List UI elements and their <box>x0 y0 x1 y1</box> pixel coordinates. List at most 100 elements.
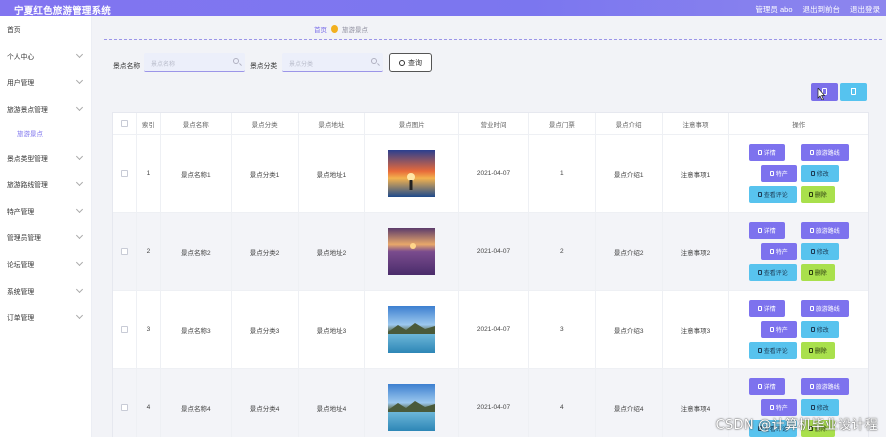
sidebar-item-specialties[interactable]: 特产管理 <box>0 198 91 225</box>
delete-button[interactable]: 删除 <box>800 186 835 203</box>
column-header: 索引 <box>137 113 161 134</box>
cell-category: 景点分类4 <box>232 369 299 437</box>
action-buttons: 详情 旅游路线 特产 修改 查看评论 删除 <box>748 222 849 281</box>
edit-label: 修改 <box>816 406 829 412</box>
row-select-cell[interactable] <box>113 213 137 290</box>
delete-label: 删除 <box>814 193 827 199</box>
divider <box>104 39 882 40</box>
sidebar-item-label: 论坛管理 <box>7 262 35 270</box>
chevron-down-icon <box>75 104 84 112</box>
sidebar-item-attraction-types[interactable]: 景点类型管理 <box>0 144 91 171</box>
chevron-down-icon <box>75 312 84 320</box>
name-search-label: 景点名称 <box>113 63 141 70</box>
logout-link[interactable]: 退出登录 <box>850 4 880 15</box>
row-checkbox[interactable] <box>120 170 128 177</box>
detail-button[interactable]: 详情 <box>748 378 785 395</box>
cell-ticket: 1 <box>529 135 596 212</box>
exit-to-frontend-link[interactable]: 退出到前台 <box>803 4 841 15</box>
edit-button[interactable]: 修改 <box>800 321 839 338</box>
column-header: 景点图片 <box>365 113 460 134</box>
cell-address: 景点地址3 <box>299 291 366 368</box>
cell-category: 景点分类2 <box>232 213 299 290</box>
edit-button[interactable]: 修改 <box>800 165 839 182</box>
row-select-cell[interactable] <box>113 369 137 437</box>
cell-address: 景点地址1 <box>299 135 366 212</box>
detail-label: 详情 <box>763 151 776 157</box>
column-header: 景点名称 <box>161 113 232 134</box>
specialty-button[interactable]: 特产 <box>760 165 797 182</box>
name-search-input[interactable]: 景点名称 <box>144 53 245 72</box>
select-all-cell[interactable] <box>113 113 137 134</box>
sidebar-item-system[interactable]: 系统管理 <box>0 277 91 304</box>
row-select-cell[interactable] <box>113 135 137 212</box>
watermark: CSDN @计算机毕业设计程 <box>715 418 878 433</box>
select-all-checkbox[interactable] <box>120 120 128 127</box>
detail-button[interactable]: 详情 <box>748 300 785 317</box>
cell-actions: 详情 旅游路线 特产 修改 查看评论 删除 <box>729 135 868 212</box>
cell-time: 2021-04-07 <box>459 213 529 290</box>
specialty-button[interactable]: 特产 <box>760 243 797 260</box>
view-comments-button[interactable]: 查看评论 <box>748 186 797 203</box>
specialty-label: 特产 <box>775 250 788 256</box>
cell-intro: 景点介绍3 <box>596 291 663 368</box>
edit-icon <box>810 327 815 332</box>
specialty-button[interactable]: 特产 <box>760 321 797 338</box>
sidebar-item-forum[interactable]: 论坛管理 <box>0 251 91 278</box>
table-row: 2 景点名称2 景点分类2 景点地址2 2021-04-07 2 景点介绍2 注… <box>113 213 868 291</box>
sidebar-item-attractions-manage[interactable]: 旅游景点管理 <box>0 96 91 123</box>
detail-label: 详情 <box>763 307 776 313</box>
sidebar-subitem-attractions[interactable]: 旅游景点 <box>0 122 91 144</box>
route-button[interactable]: 旅游路线 <box>800 378 849 395</box>
specialty-icon <box>769 405 774 410</box>
sidebar-item-admins[interactable]: 管理员管理 <box>0 224 91 251</box>
detail-button[interactable]: 详情 <box>748 222 785 239</box>
cell-ticket: 3 <box>529 291 596 368</box>
view-comments-button[interactable]: 查看评论 <box>748 342 797 359</box>
sidebar-item-orders[interactable]: 订单管理 <box>0 304 91 331</box>
category-search-input[interactable]: 景点分类 <box>282 53 383 72</box>
delete-label: 删除 <box>814 349 827 355</box>
sidebar-item-label: 管理员管理 <box>7 235 41 243</box>
edit-button[interactable]: 修改 <box>800 243 839 260</box>
specialty-label: 特产 <box>775 172 788 178</box>
breadcrumb-home[interactable]: 首页 <box>314 24 327 34</box>
sidebar-item-routes[interactable]: 旅游路线管理 <box>0 171 91 198</box>
table-row: 1 景点名称1 景点分类1 景点地址1 2021-04-07 1 景点介绍1 注… <box>113 135 868 213</box>
sidebar-item-label: 旅游景点管理 <box>7 107 48 115</box>
chevron-down-icon <box>75 50 84 58</box>
cell-actions: 详情 旅游路线 特产 修改 查看评论 删除 <box>729 291 868 368</box>
breadcrumb: 首页 旅游景点 <box>314 24 368 34</box>
row-checkbox[interactable] <box>120 248 128 255</box>
sidebar-item-users[interactable]: 用户管理 <box>0 69 91 96</box>
row-checkbox[interactable] <box>120 404 128 411</box>
route-button[interactable]: 旅游路线 <box>800 300 849 317</box>
sidebar-item-label: 旅游路线管理 <box>7 182 48 190</box>
column-header: 注意事项 <box>663 113 730 134</box>
header-links: 管理员 abo 退出到前台 退出登录 <box>755 4 880 15</box>
search-icon <box>371 58 377 64</box>
route-label: 旅游路线 <box>815 229 840 235</box>
delete-button[interactable]: 删除 <box>800 264 835 281</box>
sidebar-item-label: 特产管理 <box>7 208 35 216</box>
top-header: 宁夏红色旅游管理系统 管理员 abo 退出到前台 退出登录 <box>0 0 886 17</box>
detail-label: 详情 <box>763 229 776 235</box>
view-comments-button[interactable]: 查看评论 <box>748 264 797 281</box>
batch-delete-button[interactable] <box>840 83 867 101</box>
delete-button[interactable]: 删除 <box>800 342 835 359</box>
route-button[interactable]: 旅游路线 <box>800 222 849 239</box>
query-button[interactable]: 查询 <box>389 53 432 72</box>
admin-label: 管理员 abo <box>755 5 793 14</box>
route-label: 旅游路线 <box>815 151 840 157</box>
sidebar-item-profile[interactable]: 个人中心 <box>0 43 91 70</box>
search-icon <box>399 59 405 66</box>
row-checkbox[interactable] <box>120 326 128 333</box>
table-row: 3 景点名称3 景点分类3 景点地址3 2021-04-07 3 景点介绍3 注… <box>113 291 868 369</box>
cell-image <box>365 369 460 437</box>
sidebar-item-home[interactable]: 首页 <box>0 16 91 43</box>
detail-button[interactable]: 详情 <box>748 144 785 161</box>
detail-icon <box>757 150 762 155</box>
row-select-cell[interactable] <box>113 291 137 368</box>
chevron-down-icon <box>75 179 84 187</box>
specialty-label: 特产 <box>775 406 788 412</box>
route-button[interactable]: 旅游路线 <box>800 144 849 161</box>
